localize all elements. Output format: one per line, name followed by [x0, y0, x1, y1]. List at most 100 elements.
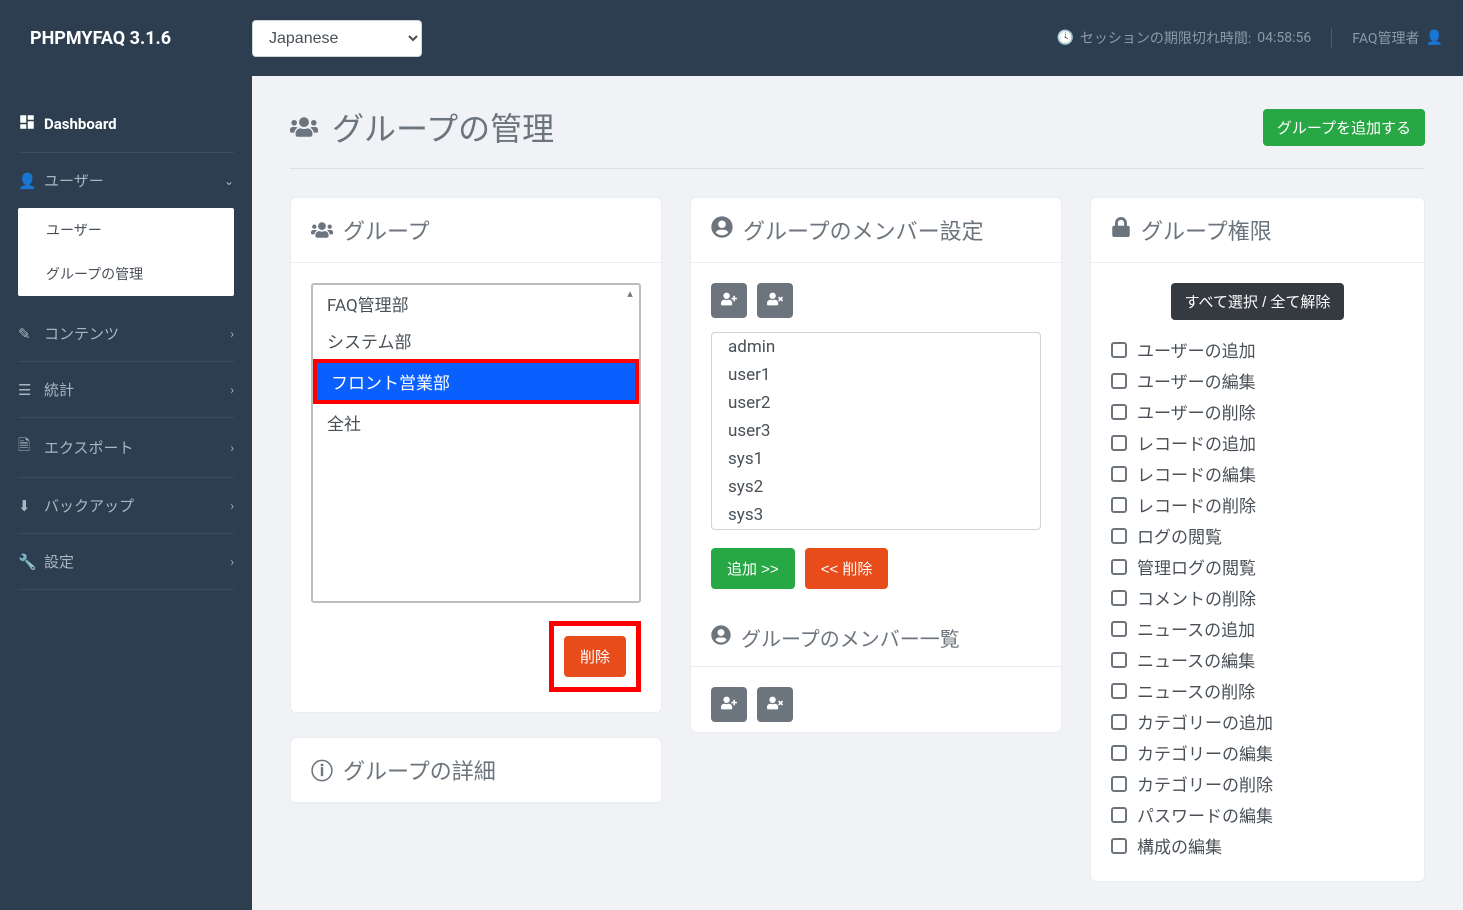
permission-checkbox[interactable]	[1111, 683, 1127, 699]
admin-user-link[interactable]: FAQ管理者 👤	[1352, 28, 1443, 48]
submenu-users-item[interactable]: ユーザー	[18, 208, 234, 252]
group-item[interactable]: FAQ管理部	[313, 285, 639, 322]
member-item[interactable]: sys1	[712, 445, 1040, 473]
chevron-down-icon: ⌄	[224, 174, 234, 188]
permission-checkbox[interactable]	[1111, 807, 1127, 823]
permission-checkbox[interactable]	[1111, 652, 1127, 668]
chevron-right-icon: ›	[230, 555, 234, 569]
page-title-text: グループの管理	[332, 104, 554, 150]
member-item[interactable]: sys2	[712, 473, 1040, 501]
permission-checkbox[interactable]	[1111, 342, 1127, 358]
users-icon	[290, 113, 318, 141]
permission-item: ニュースの編集	[1111, 644, 1404, 675]
group-item[interactable]: システム部	[313, 322, 639, 359]
member-item[interactable]: user2	[712, 389, 1040, 417]
group-details-card: ⓘ グループの詳細	[290, 737, 662, 804]
nav-export[interactable]: 🗎 エクスポート ›	[0, 418, 252, 477]
permission-checkbox[interactable]	[1111, 838, 1127, 854]
member-item[interactable]: sys3	[712, 501, 1040, 529]
nav-users[interactable]: 👤 ユーザー ⌄	[0, 153, 252, 208]
download-icon: ⬇	[18, 497, 34, 515]
deselect-all-members-button[interactable]	[757, 283, 793, 318]
groups-header-text: グループ	[343, 214, 430, 246]
dashboard-icon	[18, 113, 34, 135]
remove-member-button[interactable]: << 削除	[805, 548, 889, 589]
nav-stats-label: 統計	[44, 379, 74, 400]
group-details-header-text: グループの詳細	[343, 754, 496, 786]
permission-item: コメントの削除	[1111, 582, 1404, 613]
nav-users-label: ユーザー	[44, 170, 104, 191]
user-times-icon	[767, 695, 783, 711]
permission-label: ログの閲覧	[1137, 523, 1222, 548]
permission-checkbox[interactable]	[1111, 466, 1127, 482]
permission-checkbox[interactable]	[1111, 590, 1127, 606]
clock-icon: 🕓	[1056, 30, 1073, 46]
nav-settings[interactable]: 🔧 設定 ›	[0, 534, 252, 589]
member-item[interactable]: user1	[712, 361, 1040, 389]
permission-checkbox[interactable]	[1111, 776, 1127, 792]
user-icon: 👤	[18, 172, 34, 190]
permission-item: 管理ログの閲覧	[1111, 551, 1404, 582]
permission-checkbox[interactable]	[1111, 621, 1127, 637]
permission-label: ユーザーの編集	[1137, 368, 1256, 393]
info-icon: ⓘ	[311, 754, 333, 786]
available-members-listbox[interactable]: admin user1 user2 user3 sys1 sys2 sys3	[711, 332, 1041, 530]
perms-header-text: グループ権限	[1141, 214, 1272, 246]
submenu-groups-item[interactable]: グループの管理	[18, 252, 234, 296]
admin-name: FAQ管理者	[1352, 28, 1419, 48]
permission-item: ユーザーの削除	[1111, 396, 1404, 427]
groups-card: グループ ▴ FAQ管理部 システム部 フロント営業部 全社	[290, 197, 662, 713]
member-item[interactable]: admin	[712, 333, 1040, 361]
permission-item: 構成の編集	[1111, 830, 1404, 861]
topbar: PHPMYFAQ 3.1.6 Japanese 🕓 セッションの期限切れ時間: …	[0, 0, 1463, 76]
language-select[interactable]: Japanese	[252, 20, 422, 57]
permission-checkbox[interactable]	[1111, 497, 1127, 513]
nav-stats[interactable]: ☰ 統計 ›	[0, 362, 252, 417]
page-title: グループの管理	[290, 104, 554, 150]
permission-label: レコードの編集	[1137, 461, 1256, 486]
group-item[interactable]: 全社	[313, 404, 639, 441]
delete-group-button[interactable]: 削除	[564, 636, 626, 677]
highlight-delete: 削除	[549, 621, 641, 692]
group-item-selected[interactable]: フロント営業部	[317, 363, 635, 400]
permission-checkbox[interactable]	[1111, 528, 1127, 544]
permission-label: パスワードの編集	[1137, 802, 1273, 827]
permission-checkbox[interactable]	[1111, 559, 1127, 575]
permissions-list: ユーザーの追加ユーザーの編集ユーザーの削除レコードの追加レコードの編集レコードの…	[1111, 334, 1404, 861]
permission-checkbox[interactable]	[1111, 745, 1127, 761]
chevron-right-icon: ›	[230, 441, 234, 455]
permission-item: カテゴリーの編集	[1111, 737, 1404, 768]
members-list-header-text: グループのメンバー一覧	[741, 623, 960, 652]
permission-label: ニュースの編集	[1137, 647, 1255, 672]
groups-listbox[interactable]: ▴ FAQ管理部 システム部 フロント営業部 全社	[311, 283, 641, 603]
permission-item: ユーザーの編集	[1111, 365, 1404, 396]
toggle-all-perms-button[interactable]: すべて選択 / 全て解除	[1171, 283, 1345, 320]
permission-item: レコードの削除	[1111, 489, 1404, 520]
permission-checkbox[interactable]	[1111, 435, 1127, 451]
nav-backup-label: バックアップ	[44, 495, 134, 516]
chevron-right-icon: ›	[230, 327, 234, 341]
chevron-right-icon: ›	[230, 499, 234, 513]
select-all-members-button[interactable]	[711, 283, 747, 318]
permission-checkbox[interactable]	[1111, 404, 1127, 420]
add-member-button[interactable]: 追加 >>	[711, 548, 795, 589]
user-plus-icon	[721, 291, 737, 307]
brand-title: PHPMYFAQ 3.1.6	[20, 28, 252, 49]
deselect-all-assigned-button[interactable]	[757, 687, 793, 722]
permission-checkbox[interactable]	[1111, 373, 1127, 389]
main-content: グループの管理 グループを追加する グループ ▴ FAQ管理部 システ	[252, 76, 1463, 910]
permission-item: ログの閲覧	[1111, 520, 1404, 551]
permission-item: ニュースの削除	[1111, 675, 1404, 706]
scroll-arrow-icon[interactable]: ▴	[623, 287, 637, 301]
file-icon: 🗎	[18, 435, 34, 460]
nav-dashboard[interactable]: Dashboard	[0, 96, 252, 152]
nav-backup[interactable]: ⬇ バックアップ ›	[0, 478, 252, 533]
add-group-button[interactable]: グループを追加する	[1263, 109, 1425, 146]
user-icon: 👤	[1426, 30, 1443, 46]
member-item[interactable]: user3	[712, 417, 1040, 445]
select-all-assigned-button[interactable]	[711, 687, 747, 722]
user-plus-icon	[721, 695, 737, 711]
permission-checkbox[interactable]	[1111, 714, 1127, 730]
nav-contents[interactable]: ✎ コンテンツ ›	[0, 306, 252, 361]
permission-item: ユーザーの追加	[1111, 334, 1404, 365]
